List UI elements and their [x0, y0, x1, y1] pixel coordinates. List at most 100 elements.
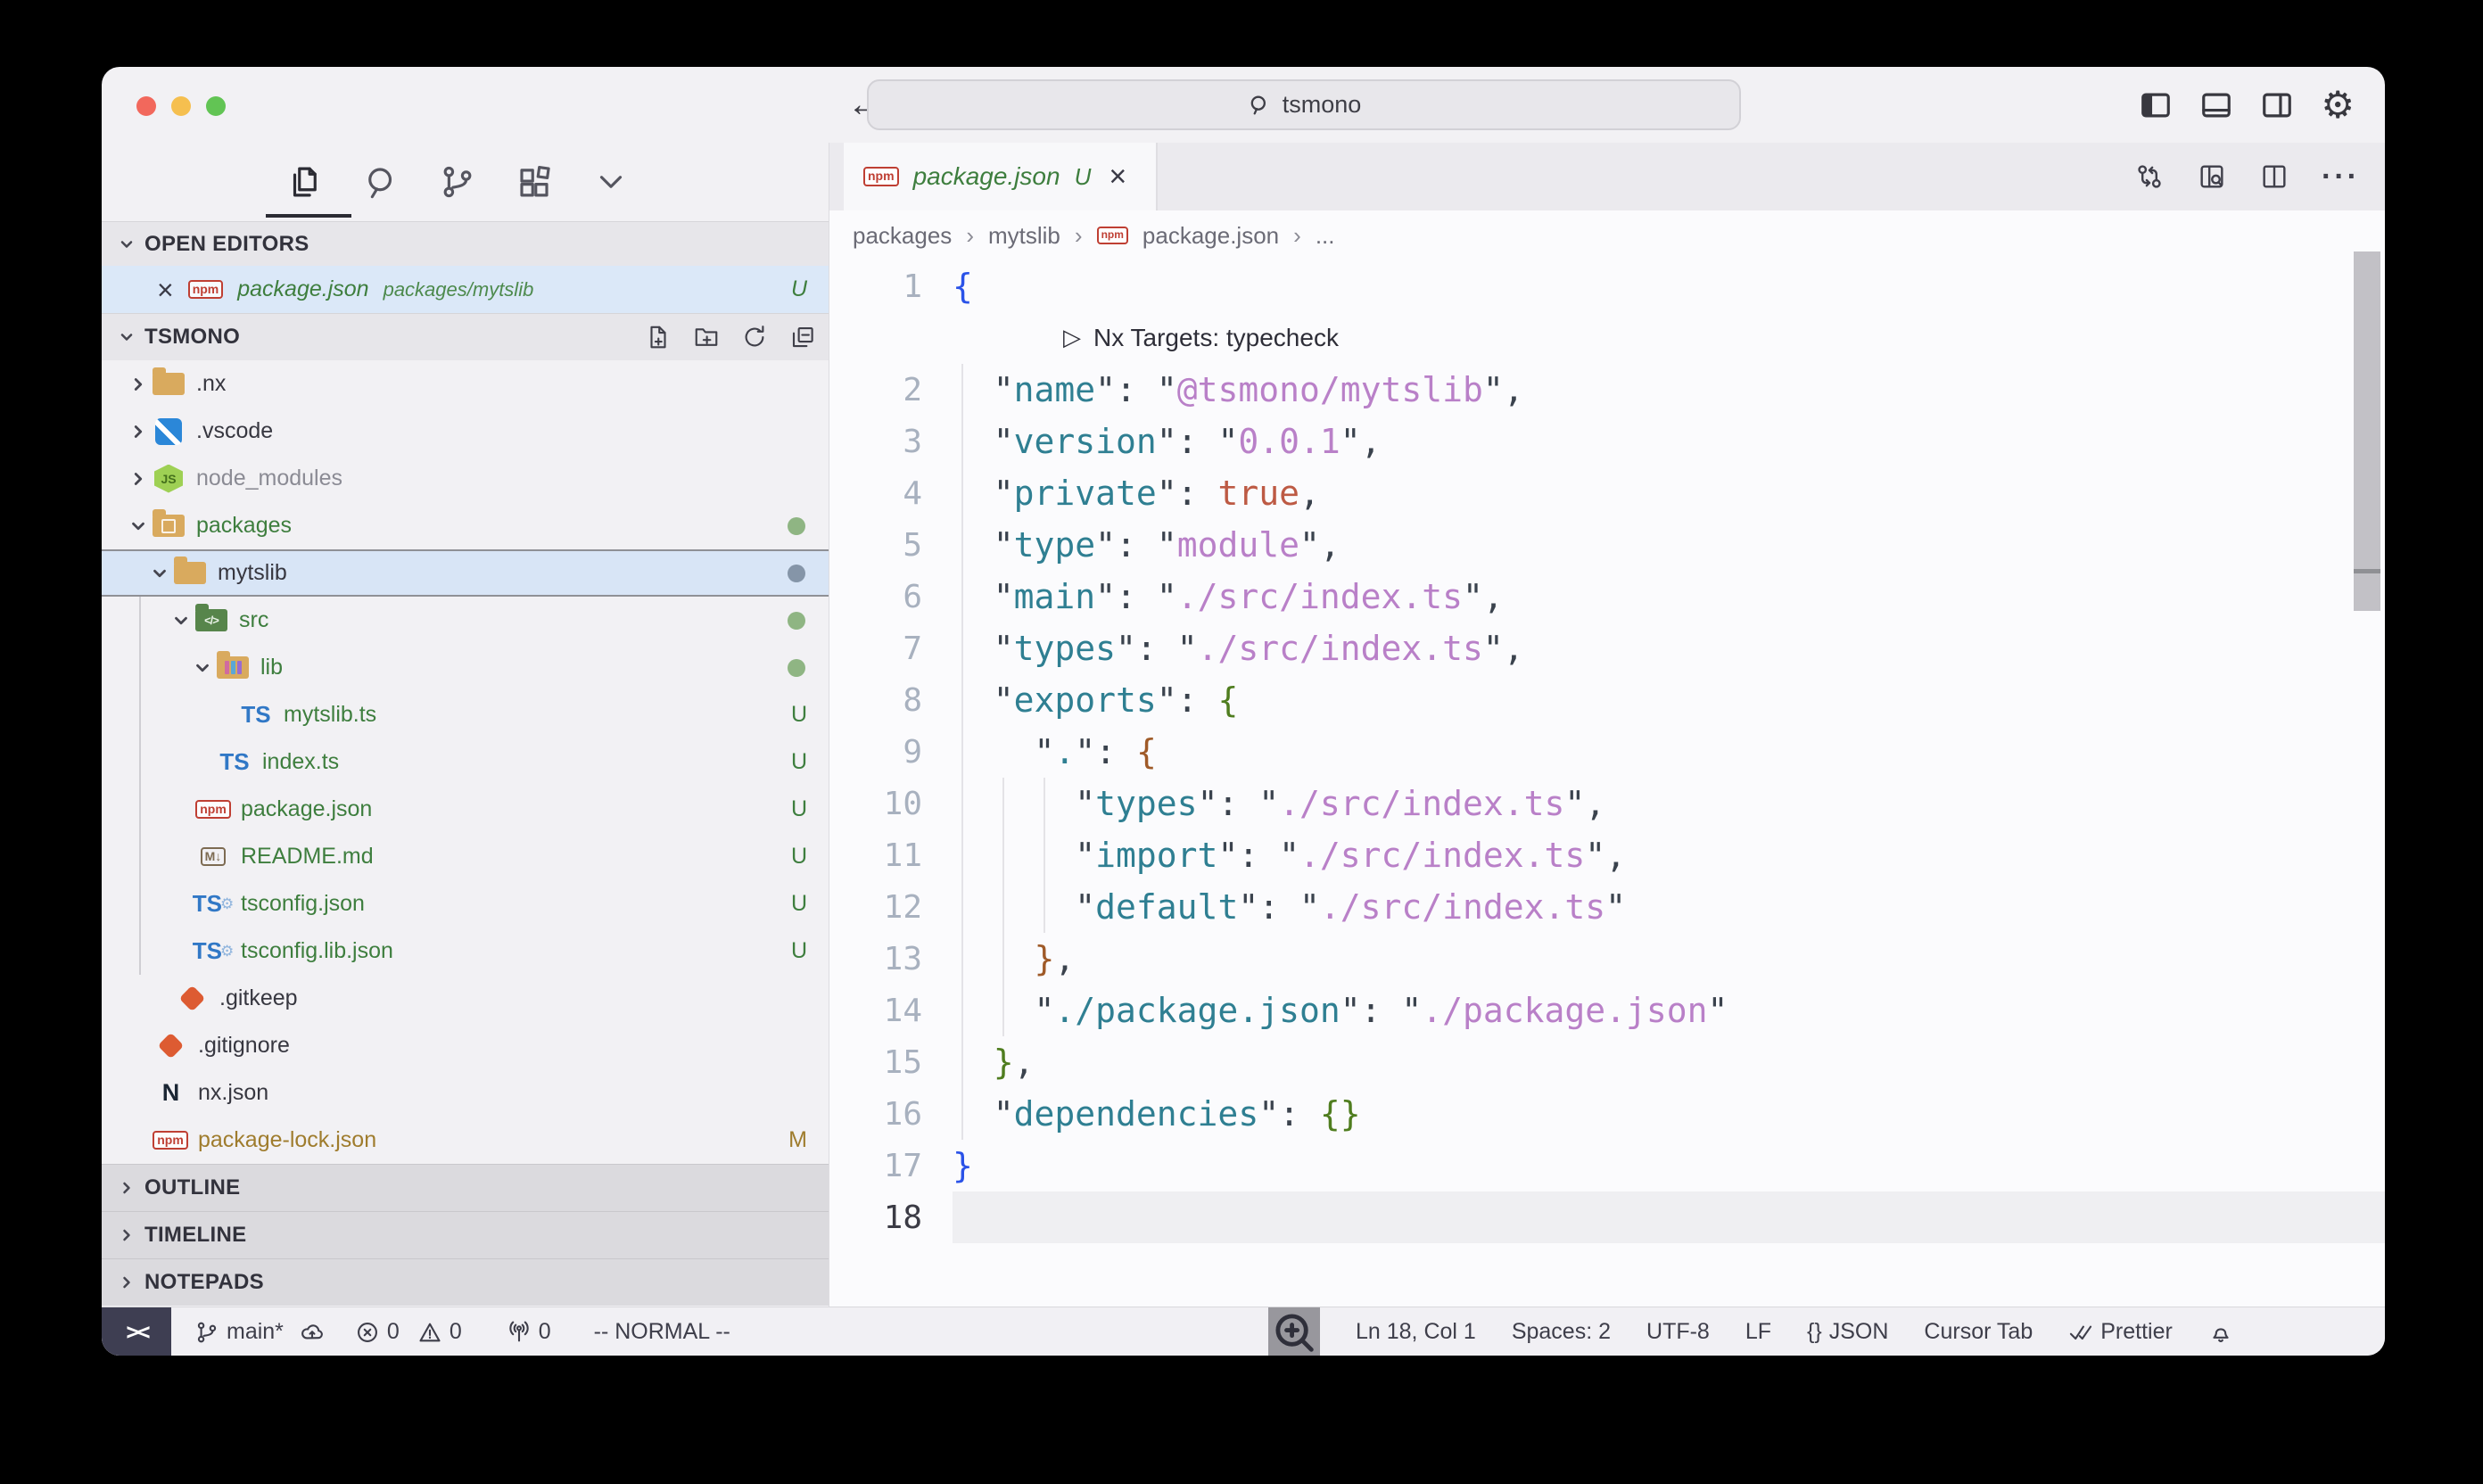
close-window-button[interactable] [136, 96, 156, 116]
code-line-18[interactable]: 18 [829, 1191, 2385, 1243]
code-line-11[interactable]: 11 "import": "./src/index.ts", [829, 829, 2385, 881]
tab-package-json[interactable]: npm package.json U × [844, 143, 1158, 210]
split-editor-icon[interactable] [2259, 161, 2289, 192]
explorer-icon[interactable] [285, 162, 324, 202]
toggle-primary-sidebar-icon[interactable] [2139, 88, 2173, 122]
toggle-panel-icon[interactable] [2199, 88, 2233, 122]
code-line-5[interactable]: 5 "type": "module", [829, 519, 2385, 571]
warning-count: 0 [450, 1319, 462, 1345]
close-editor-icon[interactable]: × [157, 276, 174, 304]
tree-item-packages[interactable]: packages [102, 502, 829, 549]
indentation-item[interactable]: Spaces: 2 [1512, 1319, 1611, 1345]
vim-mode-indicator[interactable]: -- NORMAL -- [594, 1319, 730, 1345]
zoom-indicator[interactable] [1268, 1307, 1320, 1356]
code-line-17[interactable]: 17} [829, 1140, 2385, 1191]
breadcrumb-item[interactable]: package.json [1143, 222, 1279, 250]
compare-changes-icon[interactable] [2134, 161, 2165, 192]
explorer-section-header[interactable]: TSMONO [102, 313, 829, 360]
open-editor-item[interactable]: × npm package.json packages/mytslib U [102, 266, 829, 313]
code-line-4[interactable]: 4 "private": true, [829, 467, 2385, 519]
search-value: tsmono [1283, 91, 1362, 119]
outline-section-header[interactable]: OUTLINE [102, 1164, 829, 1211]
run-codelens-icon[interactable]: ▷ [1063, 325, 1081, 351]
tree-item-lib[interactable]: lib [102, 644, 829, 691]
code-line-1[interactable]: 1{ [829, 260, 2385, 312]
encoding-item[interactable]: UTF-8 [1646, 1319, 1710, 1345]
tree-item-src[interactable]: </>src [102, 597, 829, 644]
tree-item-index.ts[interactable]: TSindex.tsU [102, 738, 829, 786]
tree-item-tsconfig.json[interactable]: TS⚙tsconfig.jsonU [102, 880, 829, 928]
tree-item-package.json[interactable]: npmpackage.jsonU [102, 786, 829, 833]
scrollbar-slider-end[interactable] [2354, 573, 2380, 611]
code-area[interactable]: 1{ ▷ Nx Targets: typecheck 2 "name": "@tsmo… [829, 260, 2385, 1243]
git-status-badge: M [788, 1127, 807, 1153]
breadcrumb-ellipsis[interactable]: ... [1316, 222, 1335, 250]
code-line-13[interactable]: 13 }, [829, 933, 2385, 985]
title-bar[interactable]: ← → tsmono ⚙ [102, 67, 2385, 143]
tree-item-.vscode[interactable]: .vscode [102, 408, 829, 455]
code-line-12[interactable]: 12 "default": "./src/index.ts" [829, 881, 2385, 933]
tree-item-nx.json[interactable]: Nnx.json [102, 1069, 829, 1117]
tree-item-label: lib [260, 655, 283, 680]
settings-gear-icon[interactable]: ⚙ [2321, 87, 2355, 124]
open-preview-icon[interactable] [2197, 161, 2227, 192]
minimize-window-button[interactable] [171, 96, 191, 116]
cursor-position-item[interactable]: Ln 18, Col 1 [1356, 1319, 1476, 1345]
tab-close-icon[interactable]: × [1109, 161, 1126, 192]
folder-open-icon [174, 562, 206, 584]
code-line-8[interactable]: 8 "exports": { [829, 674, 2385, 726]
file-tree: .nx.vscodeJSnode_modulespackagesmytslib<… [102, 360, 829, 1164]
notepads-section-header[interactable]: NOTEPADS [102, 1258, 829, 1306]
problems-item[interactable]: 0 0 [355, 1319, 462, 1345]
language-mode-item[interactable]: {} JSON [1807, 1319, 1888, 1345]
tree-item-.nx[interactable]: .nx [102, 360, 829, 408]
git-branch-item[interactable]: main* [194, 1319, 325, 1345]
tree-item-.gitignore[interactable]: .gitignore [102, 1022, 829, 1069]
code-line-16[interactable]: 16 "dependencies": {} [829, 1088, 2385, 1140]
tree-item-mytslib.ts[interactable]: TSmytslib.tsU [102, 691, 829, 738]
line-number: 11 [829, 837, 922, 874]
code-line-6[interactable]: 6 "main": "./src/index.ts", [829, 571, 2385, 622]
open-editors-header[interactable]: OPEN EDITORS [102, 221, 829, 266]
code-line-10[interactable]: 10 "types": "./src/index.ts", [829, 778, 2385, 829]
code-line-9[interactable]: 9 ".": { [829, 726, 2385, 778]
source-control-icon[interactable] [438, 162, 477, 202]
collapse-all-icon[interactable] [789, 324, 816, 350]
notifications-item[interactable] [2208, 1320, 2233, 1345]
ports-item[interactable]: 0 [507, 1319, 551, 1345]
tree-item-.gitkeep[interactable]: .gitkeep [102, 975, 829, 1022]
code-line-7[interactable]: 7 "types": "./src/index.ts", [829, 622, 2385, 674]
eol-item[interactable]: LF [1745, 1319, 1771, 1345]
new-folder-icon[interactable] [693, 324, 720, 350]
code-line-15[interactable]: 15 }, [829, 1036, 2385, 1088]
search-view-icon[interactable] [361, 162, 400, 202]
formatter-item[interactable]: Prettier [2068, 1319, 2173, 1345]
cursor-tab-item[interactable]: Cursor Tab [1924, 1319, 2033, 1345]
new-file-icon[interactable] [645, 324, 672, 350]
code-line-2[interactable]: 2 "name": "@tsmono/mytslib", [829, 364, 2385, 416]
tree-item-node_modules[interactable]: JSnode_modules [102, 455, 829, 502]
timeline-label: TIMELINE [144, 1223, 246, 1248]
tree-item-README.md[interactable]: M↓README.mdU [102, 833, 829, 880]
more-views-chevron-icon[interactable] [591, 162, 631, 202]
codelens-label[interactable]: Nx Targets: typecheck [1093, 324, 1339, 352]
timeline-section-header[interactable]: TIMELINE [102, 1211, 829, 1258]
maximize-window-button[interactable] [206, 96, 226, 116]
extensions-icon[interactable] [515, 162, 554, 202]
scrollbar-slider[interactable] [2354, 251, 2380, 569]
codelens-row[interactable]: ▷ Nx Targets: typecheck [829, 312, 2385, 364]
code-line-3[interactable]: 3 "version": "0.0.1", [829, 416, 2385, 467]
remote-indicator[interactable]: >< [102, 1307, 171, 1356]
tree-item-tsconfig.lib.json[interactable]: TS⚙tsconfig.lib.jsonU [102, 928, 829, 975]
breadcrumb-item[interactable]: packages [853, 222, 952, 250]
open-editors-label: OPEN EDITORS [144, 232, 309, 257]
breadcrumb-item[interactable]: mytslib [988, 222, 1060, 250]
command-center-search[interactable]: tsmono [867, 79, 1741, 130]
toggle-secondary-sidebar-icon[interactable] [2260, 88, 2294, 122]
refresh-icon[interactable] [741, 324, 768, 350]
more-actions-icon[interactable]: ··· [2322, 160, 2360, 194]
code-line-14[interactable]: 14 "./package.json": "./package.json" [829, 985, 2385, 1036]
git-modified-dot [788, 565, 805, 582]
tree-item-package-lock.json[interactable]: npmpackage-lock.jsonM [102, 1117, 829, 1164]
tree-item-mytslib[interactable]: mytslib [102, 549, 829, 597]
